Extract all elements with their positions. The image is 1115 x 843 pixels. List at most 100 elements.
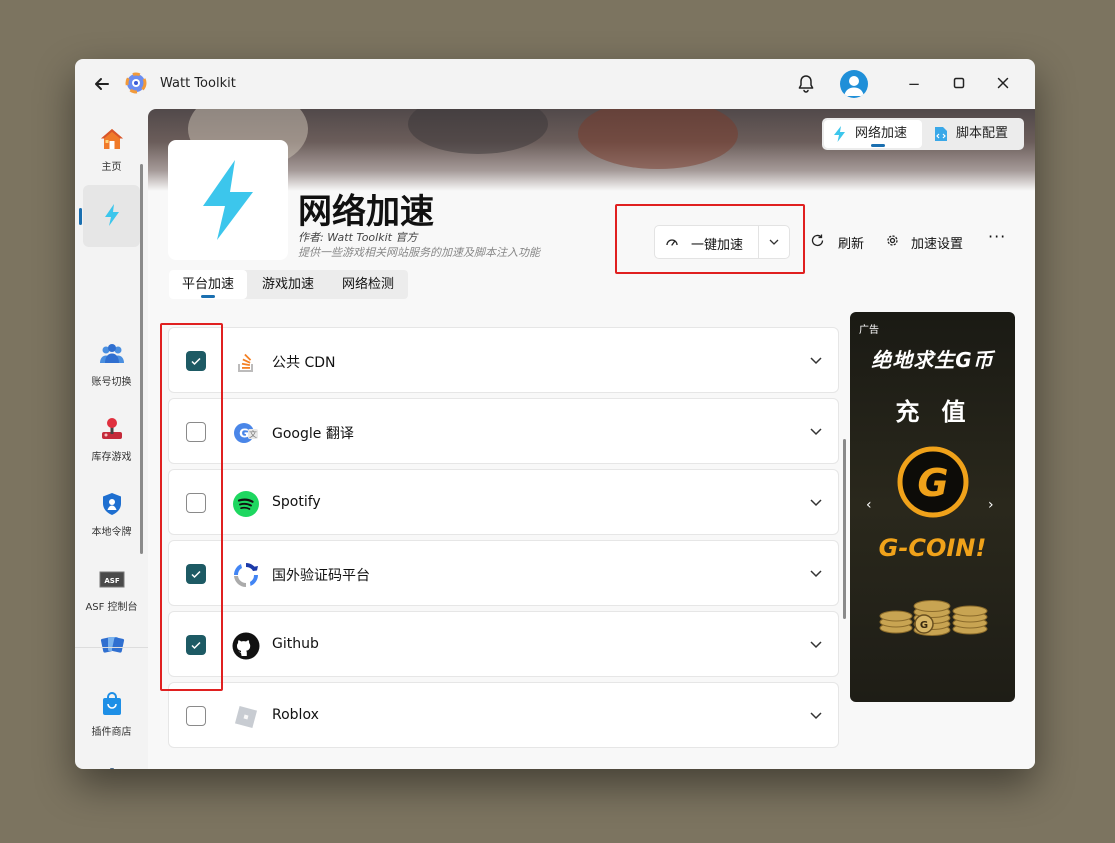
banner-art: [408, 109, 548, 154]
tab-game-accel[interactable]: 游戏加速: [249, 270, 327, 299]
bell-icon[interactable]: [795, 73, 817, 95]
joystick-icon: [102, 418, 122, 439]
sidebar-item-plugin-store[interactable]: 插件商店: [75, 679, 148, 749]
close-icon: [997, 77, 1009, 89]
tab-script-config[interactable]: 脚本配置: [926, 120, 1022, 148]
list-item[interactable]: Roblox: [168, 682, 839, 748]
list-item[interactable]: G 文 Google 翻译: [168, 398, 839, 464]
user-avatar-icon: [844, 76, 864, 96]
sidebar-item-accounts[interactable]: 账号切换: [75, 329, 148, 399]
sidebar-item-label: 本地令牌: [91, 527, 132, 538]
sidebar-item-authenticator[interactable]: 本地令牌: [75, 479, 148, 549]
stackoverflow-icon: [238, 353, 253, 372]
list-item[interactable]: 公共 CDN: [168, 327, 839, 393]
cards-icon: [100, 637, 125, 653]
svg-text:G: G: [920, 620, 928, 631]
service-name: 国外验证码平台: [272, 568, 370, 584]
plugin-view-tabs: 网络加速 脚本配置: [822, 118, 1024, 150]
back-button[interactable]: [91, 73, 113, 95]
shield-icon: [103, 493, 121, 515]
list-item[interactable]: Spotify: [168, 469, 839, 535]
list-item[interactable]: 国外验证码平台: [168, 540, 839, 606]
accel-settings-label: 加速设置: [911, 237, 964, 252]
ad-next-button[interactable]: ›: [988, 497, 994, 513]
sidebar-item-label: 账号切换: [91, 377, 132, 388]
sidebar-item-label: 库存游戏: [91, 452, 132, 463]
recaptcha-icon: [233, 563, 258, 588]
sidebar-item-network[interactable]: [75, 194, 148, 264]
sidebar-item-settings[interactable]: 设置: [75, 754, 148, 769]
arrow-left-icon: [95, 78, 109, 90]
tab-active-indicator: [871, 144, 885, 147]
list-item[interactable]: Github: [168, 611, 839, 677]
svg-text:ASF: ASF: [104, 577, 119, 585]
sidebar: 主页 账号切换 库存游戏 本地令牌 ASF ASF 控制台 插件商店: [75, 109, 148, 769]
sidebar-item-asf[interactable]: ASF ASF 控制台: [75, 554, 148, 624]
tab-label: 平台加速: [181, 277, 234, 292]
bolt-icon: [834, 126, 845, 142]
ad-tag: 广告: [859, 325, 879, 336]
tab-network-check[interactable]: 网络检测: [329, 270, 407, 299]
google-translate-icon: G 文: [234, 423, 258, 443]
refresh-label: 刷新: [838, 237, 865, 252]
accel-category-tabs: 平台加速 游戏加速 网络检测: [169, 270, 408, 299]
sidebar-divider: [75, 647, 148, 648]
roblox-icon: [234, 705, 258, 729]
service-name: Github: [272, 636, 319, 652]
chevron-down-icon[interactable]: [809, 356, 823, 366]
script-file-icon: [935, 127, 947, 141]
more-options-button[interactable]: ···: [988, 227, 1006, 246]
app-logo-icon: [125, 72, 147, 94]
plugin-author: 作者: Watt Toolkit 官方: [298, 231, 418, 244]
service-name: Google 翻译: [272, 426, 354, 442]
ad-subheadline: 充值: [895, 398, 988, 426]
ad-banner[interactable]: 广告 绝地求生G币 充值 G G-COIN! G ‹ ›: [850, 312, 1015, 702]
users-icon: [100, 344, 124, 363]
svg-text:G: G: [917, 461, 948, 505]
plugin-icon: [168, 140, 288, 260]
highlight-box-accelerate: [615, 204, 805, 274]
chevron-down-icon[interactable]: [809, 640, 823, 650]
tab-label: 网络检测: [341, 277, 394, 292]
page-title: 网络加速: [298, 192, 434, 232]
close-button[interactable]: [990, 71, 1016, 97]
minimize-button[interactable]: −: [901, 71, 927, 97]
asf-icon: ASF: [99, 571, 125, 588]
svg-text:文: 文: [249, 429, 257, 439]
sidebar-item-label: ASF 控制台: [85, 602, 138, 613]
tab-label: 游戏加速: [261, 277, 314, 292]
svg-text:G: G: [239, 427, 249, 441]
app-title: Watt Toolkit: [160, 76, 236, 91]
tab-network-acceleration[interactable]: 网络加速: [824, 120, 922, 148]
tab-platform-accel[interactable]: 平台加速: [169, 270, 247, 299]
chevron-down-icon[interactable]: [809, 569, 823, 579]
service-name: Roblox: [272, 707, 319, 723]
home-icon: [101, 129, 123, 149]
sidebar-item-home[interactable]: 主页: [75, 114, 148, 184]
banner-art: [578, 109, 738, 169]
chevron-down-icon[interactable]: [809, 427, 823, 437]
chevron-down-icon[interactable]: [809, 711, 823, 721]
ad-coin-name: G-COIN!: [878, 534, 987, 562]
tab-label: 脚本配置: [956, 126, 1009, 141]
chevron-down-icon[interactable]: [809, 498, 823, 508]
main-content: 网络加速 脚本配置 网络加速 作者: Watt Toolkit 官方 提供一些游…: [148, 109, 1035, 769]
maximize-button[interactable]: [946, 71, 972, 97]
plugin-description: 提供一些游戏相关网站服务的加速及脚本注入功能: [298, 246, 540, 259]
gcoin-logo-icon: G: [897, 446, 969, 518]
highlight-box-checkboxes: [160, 323, 223, 691]
bolt-icon: [105, 204, 119, 226]
maximize-icon: [953, 77, 965, 89]
title-bar: Watt Toolkit −: [75, 59, 1035, 109]
store-bag-icon: [103, 692, 121, 715]
ad-prev-button[interactable]: ‹: [866, 497, 872, 513]
service-checkbox[interactable]: [186, 706, 206, 726]
gear-icon: [887, 235, 898, 246]
tab-active-indicator: [201, 295, 215, 298]
avatar[interactable]: [840, 70, 868, 98]
sidebar-item-library[interactable]: 库存游戏: [75, 404, 148, 474]
list-scrollbar[interactable]: [843, 439, 846, 619]
sidebar-item-label: 插件商店: [91, 727, 132, 738]
spotify-icon: [233, 491, 259, 517]
service-name: 公共 CDN: [272, 355, 336, 371]
